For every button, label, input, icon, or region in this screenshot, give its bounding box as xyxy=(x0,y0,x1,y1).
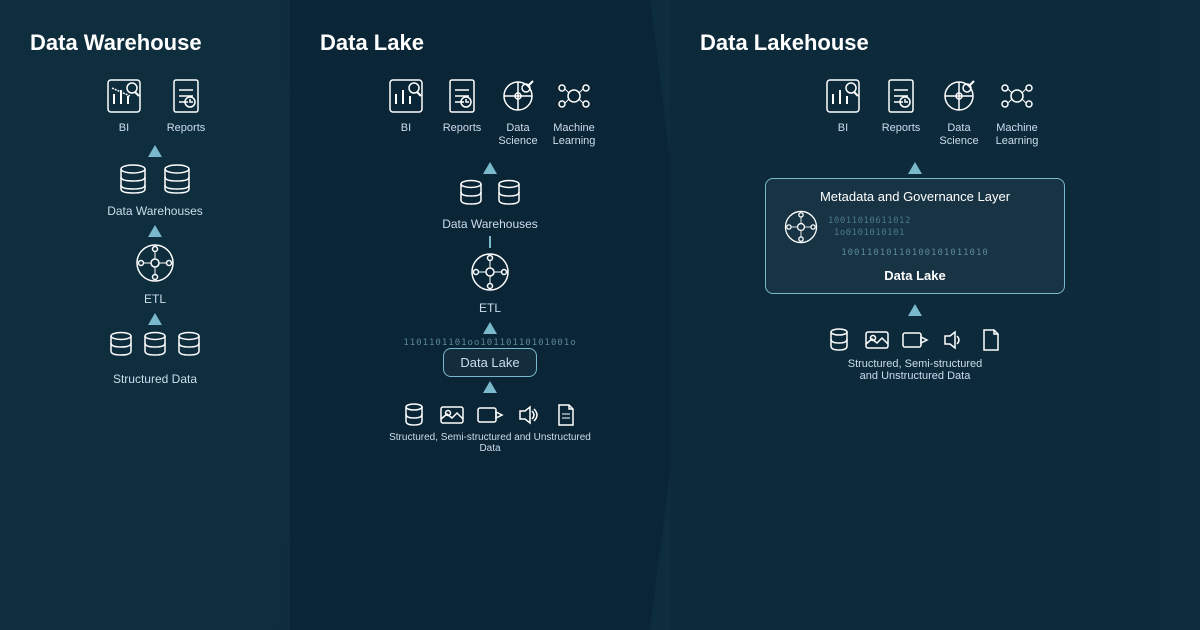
dw-bi-icon xyxy=(102,74,146,118)
dlh-arrow2 xyxy=(908,304,922,316)
dl-ml-icon xyxy=(552,74,596,118)
dl-bi-label: BI xyxy=(401,122,411,135)
dw-arrow3 xyxy=(148,313,162,325)
dlh-structured-icons xyxy=(825,326,1005,354)
dl-etl-label: ETL xyxy=(479,301,501,315)
dw-bi-icon-item: BI xyxy=(102,74,146,135)
dl-reports-label: Reports xyxy=(443,122,482,135)
dlh-wave: 10011010110100101011010 xyxy=(782,248,1048,258)
dlh-ml-icon xyxy=(995,74,1039,118)
dw-title: Data Warehouse xyxy=(20,30,202,56)
dl-lake-box: Data Lake xyxy=(443,348,536,377)
dl-wave: 1101101101oo10110110101001o xyxy=(403,338,576,348)
dlh-metadata-title: Metadata and Governance Layer xyxy=(782,189,1048,204)
dlh-lake-label: Data Lake xyxy=(782,268,1048,283)
dlh-ml-label: MachineLearning xyxy=(996,122,1039,148)
dl-bi-icon xyxy=(384,74,428,118)
dl-datascience-icon xyxy=(496,74,540,118)
dw-content: BI Reports xyxy=(20,74,290,389)
dlh-bi-label: BI xyxy=(838,122,848,135)
dl-etl-node: ETL xyxy=(468,250,512,318)
dl-vline1 xyxy=(489,236,491,248)
dlh-datascience-icon xyxy=(937,74,981,118)
dlh-reports-item: Reports xyxy=(879,74,923,148)
dl-top-icons: BI Reports xyxy=(384,74,596,148)
dlh-metadata-box: Metadata and Governance Layer xyxy=(765,178,1065,294)
dlh-main-flow: Metadata and Governance Layer xyxy=(765,158,1065,385)
dl-arrow3 xyxy=(483,381,497,393)
dl-datascience-label: DataScience xyxy=(498,122,537,148)
dl-warehouses-label: Data Warehouses xyxy=(442,217,538,231)
dl-bi-item: BI xyxy=(384,74,428,148)
dl-arrow2 xyxy=(483,322,497,334)
dw-structured-node: Structured Data xyxy=(107,329,203,389)
dlh-metadata-inner: 10011010611012 1o0101010101 xyxy=(782,208,1048,246)
dw-reports-icon xyxy=(164,74,208,118)
dl-lake-label: Data Lake xyxy=(460,355,519,370)
dw-bi-label: BI xyxy=(119,122,129,135)
dlh-top-icons: BI Reports xyxy=(791,74,1039,148)
dlh-datascience-item: DataScience xyxy=(937,74,981,148)
dlh-ml-item: MachineLearning xyxy=(995,74,1039,148)
dw-reports-label: Reports xyxy=(167,122,206,135)
dw-arrow1 xyxy=(148,145,162,157)
dl-arrow1 xyxy=(483,162,497,174)
dl-structured-label: Structured, Semi-structured and Unstruct… xyxy=(380,432,600,454)
dl-ml-item: MachineLearning xyxy=(552,74,596,148)
dw-top-icons: BI Reports xyxy=(102,74,208,135)
dw-reports-icon-item: Reports xyxy=(164,74,208,135)
dl-datascience-item: DataScience xyxy=(496,74,540,148)
dl-reports-item: Reports xyxy=(440,74,484,148)
dl-warehouses-node: Data Warehouses xyxy=(442,178,538,234)
dw-etl-label: ETL xyxy=(144,292,166,306)
dw-warehouses-label: Data Warehouses xyxy=(107,204,203,218)
dlh-arrow1 xyxy=(908,162,922,174)
dlh-bi-item: BI xyxy=(821,74,865,148)
dlh-binary-text2: 1o0101010101 xyxy=(828,227,911,240)
dlh-reports-label: Reports xyxy=(882,122,921,135)
dw-arrow2 xyxy=(148,225,162,237)
dw-warehouses-node: Data Warehouses xyxy=(107,161,203,221)
dl-content: BI Reports xyxy=(310,74,670,457)
dl-connector-area: Data Warehouses xyxy=(380,158,600,457)
dlh-title: Data Lakehouse xyxy=(690,30,869,56)
dl-structured-icons xyxy=(400,401,580,429)
section-data-warehouse: Data Warehouse BI xyxy=(0,0,310,630)
dl-reports-icon xyxy=(440,74,484,118)
dlh-datascience-label: DataScience xyxy=(939,122,978,148)
dl-ml-label: MachineLearning xyxy=(553,122,596,148)
section-data-lakehouse: Data Lakehouse BI xyxy=(670,0,1160,630)
dlh-reports-icon xyxy=(879,74,923,118)
dlh-content: BI Reports xyxy=(690,74,1140,385)
dlh-bi-icon xyxy=(821,74,865,118)
dl-title: Data Lake xyxy=(310,30,424,56)
dw-structured-label: Structured Data xyxy=(113,372,197,386)
dlh-binary-text: 10011010611012 xyxy=(828,215,911,228)
section-data-lake: Data Lake BI xyxy=(290,0,690,630)
dw-etl-node: ETL xyxy=(133,241,177,309)
dlh-structured-label: Structured, Semi-structuredand Unstructu… xyxy=(848,358,983,382)
